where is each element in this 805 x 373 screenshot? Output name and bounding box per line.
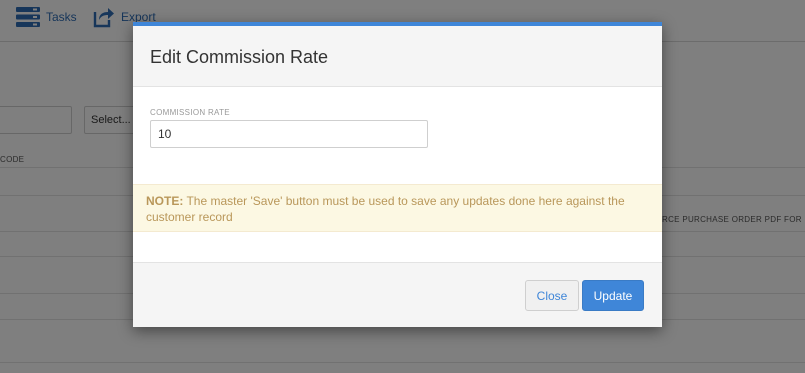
note-text: The master 'Save' button must be used to… — [146, 194, 625, 224]
save-note: NOTE: The master 'Save' button must be u… — [133, 184, 662, 232]
edit-commission-rate-dialog: Edit Commission Rate COMMISSION RATE NOT… — [133, 22, 662, 327]
commission-rate-label: COMMISSION RATE — [150, 108, 230, 117]
modal-footer: Close Update — [133, 262, 662, 327]
close-button[interactable]: Close — [525, 280, 579, 311]
modal-title: Edit Commission Rate — [150, 47, 329, 67]
modal-header: Edit Commission Rate — [133, 26, 662, 87]
note-prefix: NOTE: — [146, 194, 184, 208]
commission-rate-input[interactable] — [150, 120, 428, 148]
update-button[interactable]: Update — [582, 280, 644, 311]
